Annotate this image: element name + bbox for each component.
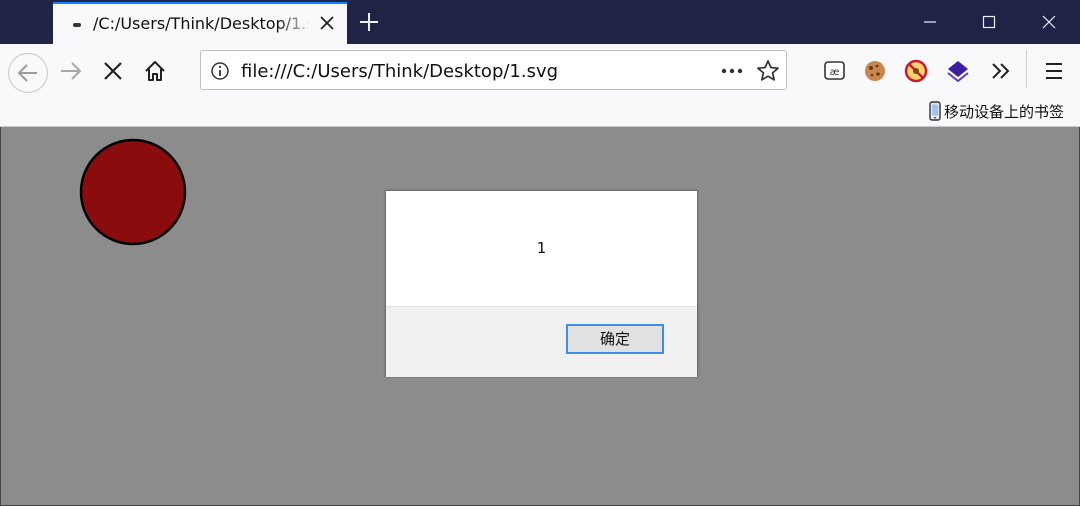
svg-text:æ: æ <box>830 67 840 78</box>
window-close-icon[interactable] <box>1034 8 1064 36</box>
menu-hamburger-icon[interactable] <box>1037 54 1071 88</box>
back-button[interactable] <box>8 53 48 93</box>
extension-ae-icon[interactable]: æ <box>818 54 852 88</box>
alert-dialog: 1 确定 <box>385 190 698 377</box>
forward-button[interactable] <box>54 54 88 88</box>
plus-icon[interactable] <box>355 8 383 36</box>
forward-arrow-icon <box>61 62 82 80</box>
alert-footer: 确定 <box>386 306 697 377</box>
blocker-icon[interactable] <box>899 54 933 88</box>
red-circle[interactable] <box>77 136 189 248</box>
navigation-toolbar: file:///C:/Users/Think/Desktop/1.svg æ <box>0 44 1080 96</box>
mobile-bookmarks-folder[interactable]: 移动设备上的书签 <box>929 100 1064 122</box>
title-bar: /C:/Users/Think/Desktop/1.svg <box>0 0 1080 44</box>
tab-title-fade <box>278 10 313 40</box>
home-button[interactable] <box>138 54 172 88</box>
star-icon[interactable] <box>755 58 781 84</box>
toolbar-divider <box>1026 50 1027 88</box>
page-content: 1 确定 <box>0 127 1080 506</box>
layers-icon[interactable] <box>941 54 975 88</box>
ok-button[interactable]: 确定 <box>566 324 664 354</box>
tab-title: /C:/Users/Think/Desktop/1.svg <box>93 14 308 33</box>
alert-message: 1 <box>536 239 547 257</box>
page-icon <box>73 23 81 27</box>
close-icon[interactable] <box>317 13 337 33</box>
url-text[interactable]: file:///C:/Users/Think/Desktop/1.svg <box>241 61 558 82</box>
mobile-bookmarks-label: 移动设备上的书签 <box>943 102 1064 121</box>
url-bar[interactable]: file:///C:/Users/Think/Desktop/1.svg <box>200 50 787 90</box>
maximize-icon[interactable] <box>974 8 1004 36</box>
stop-button[interactable] <box>96 54 130 88</box>
cookie-icon[interactable] <box>858 54 892 88</box>
bookmarks-toolbar: 移动设备上的书签 <box>0 96 1080 127</box>
back-arrow-icon <box>17 64 37 82</box>
mobile-phone-icon <box>929 101 941 121</box>
stop-icon <box>104 62 122 80</box>
minimize-icon[interactable] <box>915 8 945 36</box>
info-icon[interactable] <box>210 61 230 81</box>
more-dots-icon[interactable] <box>719 61 745 81</box>
overflow-chevron-icon[interactable] <box>984 54 1018 88</box>
home-icon <box>145 61 165 81</box>
active-tab[interactable]: /C:/Users/Think/Desktop/1.svg <box>53 2 347 44</box>
